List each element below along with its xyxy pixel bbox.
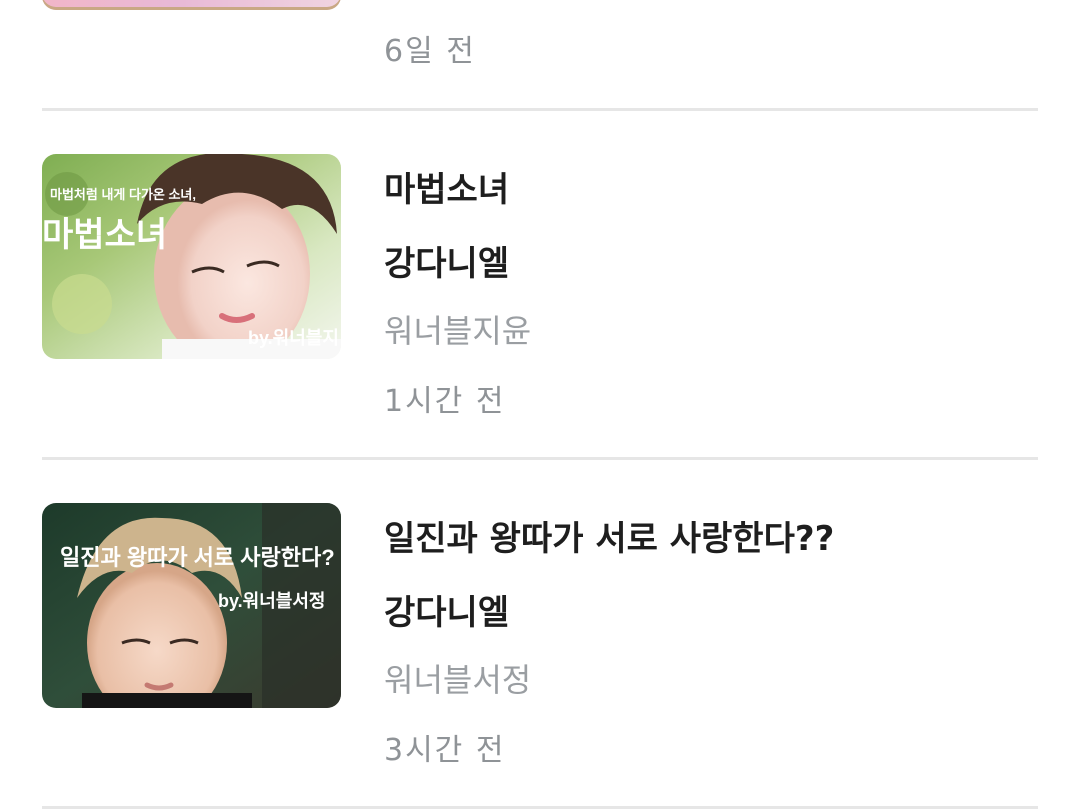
story-artist: 강다니엘 bbox=[384, 593, 510, 633]
list-divider bbox=[42, 108, 1038, 111]
story-thumbnail[interactable]: 일진과 왕따가 서로 사랑한다? by.워너블서정 bbox=[42, 503, 341, 708]
list-divider bbox=[42, 806, 1038, 809]
story-time: 6일 전 bbox=[384, 34, 476, 69]
thumbnail-caption: 일진과 왕따가 서로 사랑한다? bbox=[60, 545, 335, 570]
list-divider bbox=[42, 457, 1038, 460]
list-item[interactable]: 일진과 왕따가 서로 사랑한다? by.워너블서정 일진과 왕따가 서로 사랑한… bbox=[42, 503, 1038, 783]
list-item[interactable]: 마법처럼 내게 다가온 소녀, 마법소녀 by.워너블지 마법소녀 강다니엘 워… bbox=[42, 154, 1038, 434]
story-author[interactable]: 워너블지윤 bbox=[384, 306, 531, 352]
story-artist: 강다니엘 bbox=[384, 244, 510, 284]
thumbnail-byline: by.워너블서정 bbox=[218, 590, 325, 611]
thumbnail-caption: 마법소녀 bbox=[42, 216, 167, 254]
story-thumbnail[interactable]: 마법처럼 내게 다가온 소녀, 마법소녀 by.워너블지 bbox=[42, 154, 341, 359]
thumbnail-caption-small: 마법처럼 내게 다가온 소녀, bbox=[50, 187, 196, 202]
thumbnail-image: 마법처럼 내게 다가온 소녀, 마법소녀 by.워너블지 bbox=[42, 154, 341, 359]
story-time: 3시간 전 bbox=[384, 733, 506, 768]
story-title[interactable]: 마법소녀 bbox=[384, 162, 509, 211]
thumbnail-image: 일진과 왕따가 서로 사랑한다? by.워너블서정 bbox=[42, 503, 341, 708]
story-title[interactable]: 일진과 왕따가 서로 사랑한다?? bbox=[384, 511, 834, 560]
story-thumbnail[interactable] bbox=[42, 0, 341, 10]
story-list: 6일 전 마법처럼 내게 다가온 소녀, 마법소녀 by.워너블지 마법소녀 강… bbox=[0, 0, 1080, 810]
thumbnail-byline: by.워너블지 bbox=[248, 327, 339, 348]
story-time: 1시간 전 bbox=[384, 384, 506, 419]
story-author[interactable]: 워너블서정 bbox=[384, 655, 531, 701]
